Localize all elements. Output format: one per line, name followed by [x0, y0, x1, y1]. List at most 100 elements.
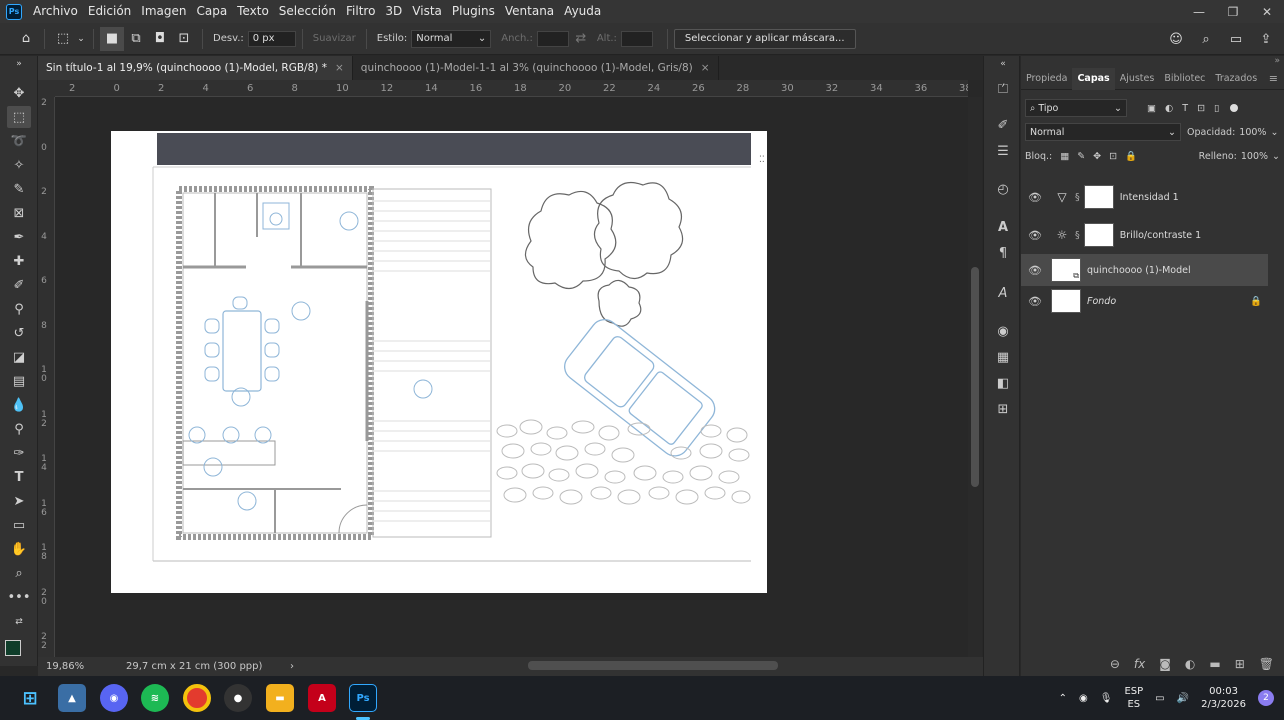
- tab-quinchoooo-model[interactable]: quinchoooo (1)-Model-1-1 al 3% (quinchoo…: [353, 56, 719, 80]
- rectangle-tool-icon[interactable]: ▭: [7, 514, 31, 536]
- trash-icon[interactable]: 🗑: [1259, 657, 1274, 671]
- tab-bibliotecas[interactable]: Bibliotec: [1159, 68, 1210, 90]
- menu-ventana[interactable]: Ventana: [500, 0, 559, 23]
- actions-panel-icon[interactable]: ◴: [992, 178, 1014, 200]
- obs-app-icon[interactable]: ●: [224, 684, 252, 712]
- new-layer-icon[interactable]: ⊞: [1235, 657, 1245, 671]
- add-selection-icon[interactable]: ⧉: [124, 27, 148, 51]
- collapse-icon[interactable]: »: [7, 58, 31, 70]
- history-brush-tool-icon[interactable]: ↺: [7, 322, 31, 344]
- tab-capas[interactable]: Capas: [1072, 67, 1115, 90]
- scrollbar-thumb[interactable]: [971, 267, 979, 487]
- layer-intensidad[interactable]: 👁 ▽ § Intensidad 1: [1021, 181, 1268, 213]
- character-panel-icon[interactable]: A: [992, 216, 1014, 238]
- close-button[interactable]: ✕: [1250, 0, 1284, 23]
- type-tool-icon[interactable]: T: [7, 466, 31, 488]
- collapse-icon[interactable]: «: [992, 58, 1014, 70]
- workspace-icon[interactable]: ▭: [1224, 27, 1248, 51]
- photos-app-icon[interactable]: ▲: [58, 684, 86, 712]
- chrome-app-icon[interactable]: [183, 684, 211, 712]
- share-icon[interactable]: ⇪: [1254, 27, 1278, 51]
- eye-icon[interactable]: 👁: [1021, 264, 1049, 277]
- blur-tool-icon[interactable]: 💧: [7, 394, 31, 416]
- menu-filtro[interactable]: Filtro: [341, 0, 380, 23]
- layer-mask-thumbnail[interactable]: [1083, 223, 1114, 247]
- zoom-tool-icon[interactable]: ⌕: [7, 562, 31, 584]
- subtract-selection-icon[interactable]: ◘: [148, 27, 172, 51]
- suavizar-checkbox[interactable]: Suavizar: [313, 33, 356, 44]
- filter-icons[interactable]: ▣◐T⊡▯: [1147, 103, 1228, 114]
- microphone-icon[interactable]: 🎙: [1100, 693, 1113, 704]
- menu-plugins[interactable]: Plugins: [447, 0, 500, 23]
- menu-capa[interactable]: Capa: [191, 0, 232, 23]
- minimize-button[interactable]: —: [1182, 0, 1216, 23]
- history-panel-icon[interactable]: ⏍: [992, 78, 1014, 100]
- layer-quinchoooo-model[interactable]: 👁 ⧉ quinchoooo (1)-Model: [1021, 254, 1268, 286]
- filter-toggle-icon[interactable]: [1230, 104, 1239, 112]
- gradient-tool-icon[interactable]: ▤: [7, 370, 31, 392]
- new-group-icon[interactable]: ▬: [1209, 657, 1220, 671]
- stamp-tool-icon[interactable]: ⚲: [7, 298, 31, 320]
- notification-badge[interactable]: 2: [1258, 690, 1274, 706]
- estilo-select[interactable]: Normal ⌄: [411, 29, 492, 48]
- layer-brillo-contraste[interactable]: 👁 ☼ § Brillo/contraste 1: [1021, 219, 1268, 251]
- swatches-panel-icon[interactable]: ▦: [992, 346, 1014, 368]
- tab-ajustes[interactable]: Ajustes: [1115, 68, 1160, 90]
- add-mask-icon[interactable]: ◙: [1159, 657, 1171, 671]
- network-icon[interactable]: ▭: [1155, 693, 1164, 704]
- tab-sin-titulo[interactable]: Sin título-1 al 19,9% (quinchoooo (1)-Mo…: [38, 56, 353, 80]
- panel-menu-icon[interactable]: ≡: [1269, 72, 1278, 85]
- paragraph-panel-icon[interactable]: ¶: [992, 242, 1014, 264]
- fill-value[interactable]: 100%: [1241, 151, 1268, 162]
- layer-mask-thumbnail[interactable]: [1083, 185, 1114, 209]
- share-user-icon[interactable]: ☺: [1164, 27, 1188, 51]
- status-arrow-icon[interactable]: ›: [290, 661, 306, 672]
- close-icon[interactable]: ×: [701, 62, 710, 74]
- windows-start-icon[interactable]: ⊞: [16, 684, 44, 712]
- spotify-app-icon[interactable]: ≋: [141, 684, 169, 712]
- language-indicator[interactable]: ESP ES: [1124, 685, 1143, 711]
- autocad-app-icon[interactable]: A: [308, 684, 336, 712]
- swap-colors-icon[interactable]: ⇄: [7, 616, 31, 628]
- dodge-tool-icon[interactable]: ⚲: [7, 418, 31, 440]
- lock-icon[interactable]: 🔒: [1250, 296, 1262, 307]
- path-selection-tool-icon[interactable]: ➤: [7, 490, 31, 512]
- more-tools-icon[interactable]: •••: [7, 586, 31, 608]
- menu-vista[interactable]: Vista: [407, 0, 447, 23]
- marquee-preset-icon[interactable]: ⬚: [51, 27, 75, 51]
- menu-edicion[interactable]: Edición: [83, 0, 136, 23]
- alt-input[interactable]: [620, 30, 653, 47]
- document-canvas[interactable]: [111, 131, 767, 593]
- new-selection-icon[interactable]: ■: [100, 26, 124, 51]
- move-tool-icon[interactable]: ✥: [7, 82, 31, 104]
- menu-imagen[interactable]: Imagen: [136, 0, 191, 23]
- intersect-selection-icon[interactable]: ⊡: [172, 27, 196, 51]
- gradients-panel-icon[interactable]: ◧: [992, 372, 1014, 394]
- file-explorer-icon[interactable]: ▬: [266, 684, 294, 712]
- healing-brush-tool-icon[interactable]: ✚: [7, 250, 31, 272]
- eye-icon[interactable]: 👁: [1021, 229, 1049, 242]
- hand-tool-icon[interactable]: ✋: [7, 538, 31, 560]
- eyedropper-tool-icon[interactable]: ✒: [7, 226, 31, 248]
- chevron-up-icon[interactable]: ⌃: [1059, 693, 1067, 704]
- adjustment-layer-icon[interactable]: ◐: [1185, 657, 1195, 671]
- collapse-icon[interactable]: »: [1274, 56, 1280, 66]
- search-icon[interactable]: ⌕: [1194, 27, 1218, 51]
- lasso-tool-icon[interactable]: ➰: [7, 130, 31, 152]
- select-and-mask-button[interactable]: Seleccionar y aplicar máscara...: [673, 28, 856, 49]
- eye-icon[interactable]: 👁: [1021, 295, 1049, 308]
- link-layers-icon[interactable]: ⊖: [1110, 657, 1120, 671]
- foreground-color-swatch[interactable]: [5, 640, 21, 656]
- menu-texto[interactable]: Texto: [232, 0, 274, 23]
- tab-propiedades[interactable]: Propieda: [1021, 68, 1072, 90]
- blend-mode-select[interactable]: Normal ⌄: [1025, 123, 1181, 141]
- pen-tool-icon[interactable]: ✑: [7, 442, 31, 464]
- discord-app-icon[interactable]: ◉: [100, 684, 128, 712]
- chevron-down-icon[interactable]: ⌄: [1272, 151, 1280, 162]
- menu-archivo[interactable]: Archivo: [28, 0, 83, 23]
- eraser-tool-icon[interactable]: ◪: [7, 346, 31, 368]
- photoshop-taskbar-icon[interactable]: Ps: [349, 684, 377, 712]
- patterns-panel-icon[interactable]: ⊞: [992, 398, 1014, 420]
- brush-tool-icon[interactable]: ✐: [7, 274, 31, 296]
- fx-icon[interactable]: fx: [1134, 657, 1145, 671]
